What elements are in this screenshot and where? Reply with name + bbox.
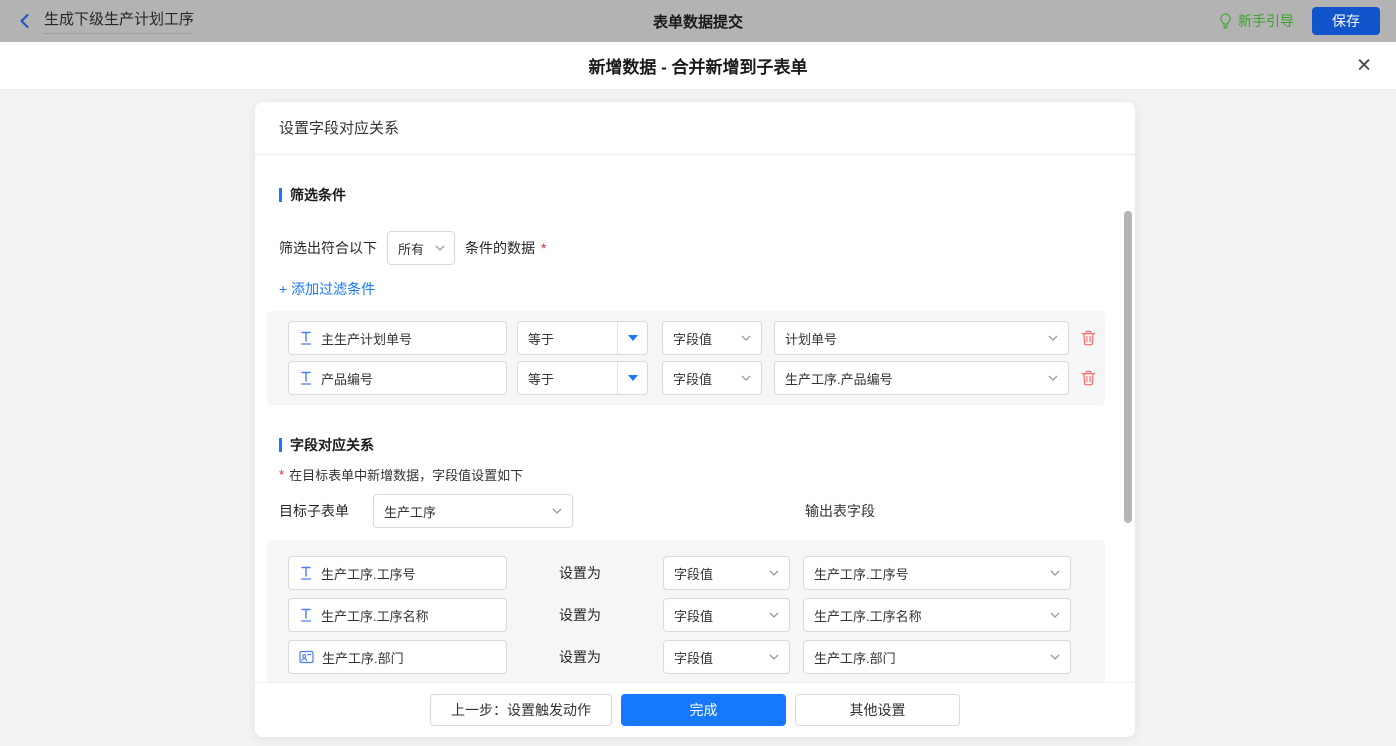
chevron-left-icon	[16, 12, 34, 30]
trash-icon	[1081, 370, 1096, 386]
section-accent-bar	[279, 438, 282, 452]
trash-icon	[1081, 330, 1096, 346]
triangle-down-icon	[628, 375, 638, 381]
triangle-down-icon	[628, 335, 638, 341]
card-content: 筛选条件 筛选出符合以下 所有 条件的数据 * + 添加过滤条件 主生产计划单号…	[255, 155, 1135, 682]
filter-section-title: 筛选条件	[279, 185, 1135, 205]
chevron-down-icon	[1048, 375, 1058, 381]
output-field-select[interactable]: 生产工序.工序名称	[803, 598, 1071, 632]
target-subform-select[interactable]: 生产工序	[373, 494, 573, 528]
chevron-down-icon	[741, 375, 751, 381]
operator-select[interactable]: 等于	[517, 361, 648, 395]
field-mapping-row: 生产工序.工序号 设置为 字段值 生产工序.工序号	[288, 556, 1105, 590]
chevron-down-icon	[435, 245, 445, 251]
top-bar: 生成下级生产计划工序 表单数据提交 新手引导 保存	[0, 0, 1396, 42]
section-accent-bar	[279, 188, 282, 202]
settings-card: 设置字段对应关系 筛选条件 筛选出符合以下 所有 条件的数据 * + 添加过滤条…	[255, 102, 1135, 737]
filter-field-input[interactable]: 主生产计划单号	[288, 321, 507, 355]
chevron-down-icon	[741, 335, 751, 341]
value-type-select[interactable]: 字段值	[663, 556, 790, 590]
text-field-icon	[299, 371, 313, 385]
mapping-field-input[interactable]: 生产工序.工序名称	[288, 598, 507, 632]
chevron-down-icon	[769, 654, 779, 660]
field-mapping-row: 生产工序.部门 设置为 字段值 生产工序.部门	[288, 640, 1105, 674]
chevron-down-icon	[769, 570, 779, 576]
text-field-icon	[299, 331, 313, 345]
modal-header: 新增数据 - 合并新增到子表单 ✕	[0, 42, 1396, 90]
field-mapping-row: 生产工序.工序名称 设置为 字段值 生产工序.工序名称	[288, 598, 1105, 632]
field-mapping-group: 生产工序.工序号 设置为 字段值 生产工序.工序号 生产工序.工序名称 设置为 …	[267, 540, 1105, 682]
set-as-label: 设置为	[559, 647, 603, 667]
value-type-select[interactable]: 字段值	[662, 361, 762, 395]
save-button[interactable]: 保存	[1312, 7, 1380, 35]
finish-button[interactable]: 完成	[621, 694, 786, 726]
delete-condition-button[interactable]	[1081, 370, 1096, 386]
chevron-down-icon	[1050, 612, 1060, 618]
value-type-select[interactable]: 字段值	[663, 598, 790, 632]
output-field-column-label: 输出表字段	[805, 501, 875, 521]
chevron-down-icon	[1050, 654, 1060, 660]
filter-value-select[interactable]: 生产工序.产品编号	[774, 361, 1069, 395]
scrollbar-thumb[interactable]	[1124, 211, 1132, 523]
text-field-icon	[299, 566, 313, 580]
previous-step-button[interactable]: 上一步：设置触发动作	[430, 694, 612, 726]
filter-condition-row: 产品编号 等于 字段值 生产工序.产品编号	[288, 361, 1105, 395]
value-type-select[interactable]: 字段值	[662, 321, 762, 355]
chevron-down-icon	[552, 508, 562, 514]
mapping-section-title: 字段对应关系	[279, 435, 1135, 455]
chevron-down-icon	[1050, 570, 1060, 576]
department-field-icon	[299, 650, 314, 664]
card-title: 设置字段对应关系	[255, 102, 1135, 155]
operator-select[interactable]: 等于	[517, 321, 648, 355]
value-type-select[interactable]: 字段值	[663, 640, 790, 674]
modal-body: 设置字段对应关系 筛选条件 筛选出符合以下 所有 条件的数据 * + 添加过滤条…	[0, 102, 1396, 746]
filter-field-input[interactable]: 产品编号	[288, 361, 507, 395]
filter-intro-prefix: 筛选出符合以下	[279, 238, 377, 258]
chevron-down-icon	[1048, 335, 1058, 341]
back-button[interactable]	[16, 12, 34, 30]
filter-intro-suffix: 条件的数据	[465, 238, 535, 258]
other-settings-button[interactable]: 其他设置	[795, 694, 960, 726]
beginner-guide-link[interactable]: 新手引导	[1218, 11, 1294, 31]
beginner-guide-label: 新手引导	[1238, 11, 1294, 31]
match-mode-select[interactable]: 所有	[387, 231, 455, 265]
filter-intro-row: 筛选出符合以下 所有 条件的数据 *	[279, 231, 1135, 265]
filter-conditions-group: 主生产计划单号 等于 字段值 计划单号 产品编号 等于 字段值	[267, 311, 1105, 405]
delete-condition-button[interactable]	[1081, 330, 1096, 346]
operator-dropdown-toggle[interactable]	[617, 322, 647, 354]
chevron-down-icon	[769, 612, 779, 618]
card-footer: 上一步：设置触发动作 完成 其他设置	[255, 682, 1135, 737]
modal-title: 新增数据 - 合并新增到子表单	[588, 53, 807, 78]
output-field-select[interactable]: 生产工序.工序号	[803, 556, 1071, 590]
required-asterisk: *	[279, 467, 284, 482]
target-subform-row: 目标子表单 生产工序 输出表字段	[279, 494, 1135, 528]
add-filter-condition-link[interactable]: + 添加过滤条件	[279, 279, 375, 299]
filter-value-select[interactable]: 计划单号	[774, 321, 1069, 355]
filter-condition-row: 主生产计划单号 等于 字段值 计划单号	[288, 321, 1105, 355]
text-field-icon	[299, 608, 313, 622]
mapping-field-input[interactable]: 生产工序.部门	[288, 640, 507, 674]
operator-dropdown-toggle[interactable]	[617, 362, 647, 394]
required-asterisk: *	[541, 240, 546, 256]
page-title: 表单数据提交	[0, 11, 1396, 32]
set-as-label: 设置为	[559, 605, 603, 625]
close-icon[interactable]: ✕	[1356, 56, 1372, 75]
set-as-label: 设置为	[559, 563, 603, 583]
target-subform-label: 目标子表单	[279, 501, 349, 521]
lightbulb-icon	[1218, 12, 1233, 30]
output-field-select[interactable]: 生产工序.部门	[803, 640, 1071, 674]
mapping-field-input[interactable]: 生产工序.工序号	[288, 556, 507, 590]
breadcrumb[interactable]: 生成下级生产计划工序	[44, 8, 194, 34]
mapping-description: * 在目标表单中新增数据，字段值设置如下	[279, 465, 1135, 484]
